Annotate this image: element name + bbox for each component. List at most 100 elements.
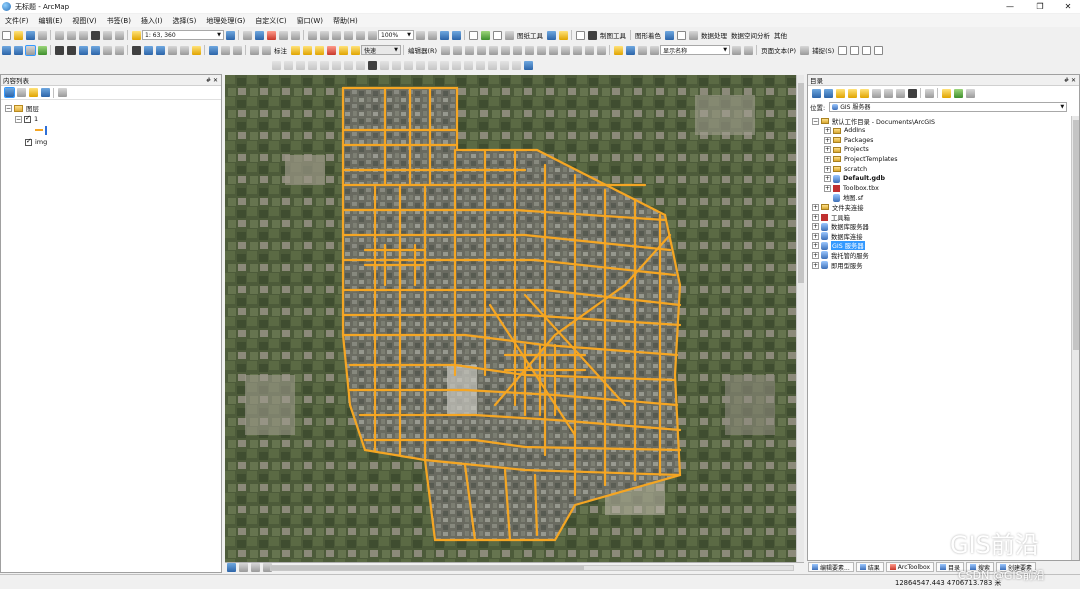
expand-icon[interactable]: +	[824, 184, 831, 192]
zoom-whole-page-icon[interactable]	[355, 30, 365, 40]
edit-tool-icon[interactable]	[440, 45, 450, 55]
undo-edit-icon[interactable]	[523, 60, 533, 70]
measure-icon[interactable]	[558, 30, 568, 40]
menu-geoprocessing[interactable]: 地理处理(G)	[201, 16, 250, 26]
go-to-xy-icon[interactable]	[208, 45, 218, 55]
focus-data-frame-icon[interactable]	[427, 30, 437, 40]
tab-arctoolbox[interactable]: ArcToolbox	[885, 562, 934, 572]
editor-toolbar-icon[interactable]	[225, 30, 235, 40]
create-features-icon[interactable]	[596, 45, 606, 55]
disabled-tool-icon[interactable]	[283, 60, 293, 70]
rotate-icon[interactable]	[560, 45, 570, 55]
print-icon[interactable]	[37, 30, 47, 40]
other-menu-label[interactable]: 其他	[774, 30, 787, 40]
sketch-properties-icon[interactable]	[584, 45, 594, 55]
attributes-icon[interactable]	[572, 45, 582, 55]
select-features-icon[interactable]	[102, 45, 112, 55]
menu-customize[interactable]: 自定义(C)	[250, 16, 291, 26]
graphic-toolbar-label[interactable]: 图形着色	[635, 30, 661, 40]
add-data-icon[interactable]	[131, 30, 141, 40]
square-icon[interactable]	[676, 30, 686, 40]
display-name-combo[interactable]: 显示名称 ▼	[660, 45, 731, 55]
catalog-header-controls[interactable]: # ✕	[1064, 77, 1076, 84]
catalog-tree-item[interactable]: 地图.sf	[824, 193, 863, 203]
menu-bookmarks[interactable]: 书签(B)	[102, 16, 136, 26]
disabled-tool-icon[interactable]	[379, 60, 389, 70]
frame-icon[interactable]	[688, 30, 698, 40]
snap-end-icon[interactable]	[849, 45, 859, 55]
expand-icon[interactable]: +	[812, 223, 819, 231]
new-document-icon[interactable]	[1, 30, 11, 40]
layout-view-icon[interactable]	[238, 563, 248, 572]
font-combo[interactable]: 快速 ▼	[361, 45, 401, 55]
table-view-icon[interactable]	[492, 30, 502, 40]
toc-header-controls[interactable]: # ✕	[206, 77, 218, 84]
snapping-menu-label[interactable]: 捕捉(S)	[812, 45, 834, 55]
labeling-toolbar-label[interactable]: 标注	[274, 45, 287, 55]
catalog-tree-item[interactable]: + Packages	[824, 135, 873, 145]
catalog-tree-item[interactable]: − 默认工作目录 - Documents\ArcGIS	[812, 116, 935, 126]
editor-menu-label[interactable]: 编辑器(R)	[408, 45, 437, 55]
expand-icon[interactable]: +	[824, 127, 831, 135]
clear-selection-icon[interactable]	[114, 45, 124, 55]
pan-icon[interactable]	[24, 44, 36, 56]
close-button[interactable]: ✕	[1058, 0, 1078, 13]
snap-edge-icon[interactable]	[873, 45, 883, 55]
flicker-icon[interactable]	[649, 45, 659, 55]
edit-annotation-icon[interactable]	[452, 45, 462, 55]
disabled-tool-icon[interactable]	[415, 60, 425, 70]
back-icon[interactable]	[811, 88, 821, 98]
find-icon[interactable]	[155, 45, 165, 55]
edit-vertices-icon[interactable]	[512, 45, 522, 55]
disabled-tool-icon[interactable]	[331, 60, 341, 70]
label-manager-icon[interactable]	[290, 45, 300, 55]
map-horizontal-scrollbar[interactable]	[270, 565, 794, 571]
disabled-tool-icon[interactable]	[403, 60, 413, 70]
collapse-icon[interactable]: −	[812, 117, 819, 125]
map-vertical-scrollbar[interactable]	[796, 75, 804, 562]
minimize-button[interactable]: —	[1000, 0, 1020, 13]
expand-icon[interactable]: +	[824, 165, 831, 173]
next-page-icon[interactable]	[731, 45, 741, 55]
catalog-tree-item[interactable]: + GIS 服务器	[812, 241, 865, 251]
zoom-in-layout-icon[interactable]	[307, 30, 317, 40]
arctoolbox-icon[interactable]	[266, 30, 276, 40]
fixed-zoom-out-icon[interactable]	[66, 45, 76, 55]
data-driven-pages-icon[interactable]	[451, 30, 461, 40]
identify-icon[interactable]	[546, 30, 556, 40]
collapse-icon[interactable]: −	[15, 115, 22, 123]
forward-icon[interactable]	[823, 88, 833, 98]
home-folder-icon[interactable]	[847, 88, 857, 98]
up-one-level-icon[interactable]	[835, 88, 845, 98]
disabled-tool-icon[interactable]	[499, 60, 509, 70]
disconnect-icon[interactable]	[871, 88, 881, 98]
forward-icon[interactable]	[90, 45, 100, 55]
open-icon[interactable]	[13, 30, 23, 40]
menu-file[interactable]: 文件(F)	[0, 16, 34, 26]
list-by-source-icon[interactable]	[16, 88, 26, 97]
toc-layers-root[interactable]: − 图层	[5, 103, 39, 113]
snap-vertex-icon[interactable]	[861, 45, 871, 55]
catalog-scrollbar[interactable]	[1071, 116, 1079, 560]
menu-view[interactable]: 视图(V)	[67, 16, 101, 26]
disabled-tool-icon[interactable]	[475, 60, 485, 70]
disabled-tool-icon[interactable]	[427, 60, 437, 70]
toc-icon[interactable]	[504, 30, 514, 40]
zoom-in-icon[interactable]	[1, 45, 11, 55]
split-icon[interactable]	[548, 45, 558, 55]
catalog-tree-item[interactable]: + 我托管的服务	[812, 250, 869, 260]
catalog-tree-item[interactable]: + Projects	[824, 145, 869, 155]
data-view-icon[interactable]	[226, 563, 236, 572]
launch-arccatalog-icon[interactable]	[941, 88, 951, 98]
paste-icon[interactable]	[78, 30, 88, 40]
cut-polygon-icon[interactable]	[536, 45, 546, 55]
snap-point-icon[interactable]	[837, 45, 847, 55]
spatial-analysis-label[interactable]: 数据空间分析	[731, 30, 770, 40]
zoom-out-layout-icon[interactable]	[319, 30, 329, 40]
layout-icon[interactable]	[249, 45, 259, 55]
disabled-tool-icon[interactable]	[487, 60, 497, 70]
cut-icon[interactable]	[54, 30, 64, 40]
disabled-tool-icon[interactable]	[511, 60, 521, 70]
disabled-tool-icon[interactable]	[439, 60, 449, 70]
full-extent-icon[interactable]	[37, 45, 47, 55]
